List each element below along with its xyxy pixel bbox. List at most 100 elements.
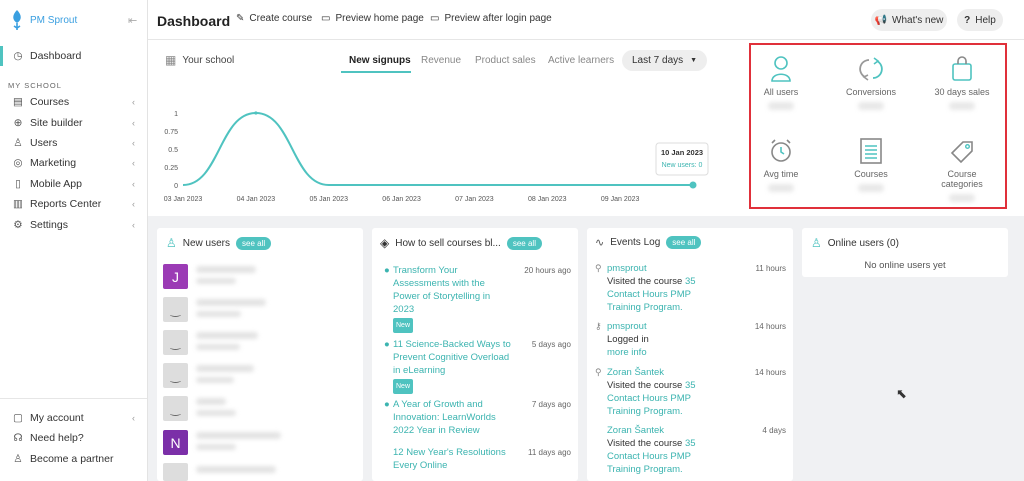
tab-product-sales[interactable]: Product sales xyxy=(475,55,536,66)
user-name-redacted xyxy=(196,398,226,405)
avatar[interactable]: ‿ xyxy=(163,396,188,421)
user-name-redacted xyxy=(196,365,254,372)
user-email-redacted xyxy=(196,377,234,383)
x-tick-label: 03 Jan 2023 xyxy=(164,196,203,203)
user-name-redacted xyxy=(196,432,281,439)
user-email-redacted xyxy=(196,444,236,450)
event-item: ⚲ pmsprout Visited the course 35 Contact… xyxy=(595,262,727,314)
whats-new-button[interactable]: 📢 What's new xyxy=(871,9,947,31)
signups-chart: 0 0.25 0.5 0.75 1 03 Jan 2023 04 Jan 2023 05 Ja… xyxy=(164,111,709,203)
sidebar-item-label: Dashboard xyxy=(30,50,82,62)
events-header: ∿ Events Log see all xyxy=(595,236,702,249)
event-action: Visited the course xyxy=(607,380,683,391)
event-link[interactable]: more info xyxy=(607,347,647,358)
event-user[interactable]: pmsprout xyxy=(607,321,647,332)
school-header: ▦ Your school xyxy=(165,53,234,67)
mouse-cursor-icon: ⬉ xyxy=(896,386,907,401)
sidebar-item-label: Mobile App xyxy=(30,178,82,190)
sidebar-item-marketing[interactable]: ◎ Marketing ‹ xyxy=(0,153,147,173)
link-label: Preview after login page xyxy=(444,13,552,24)
school-title: Your school xyxy=(182,54,235,66)
logo[interactable]: PM Sprout xyxy=(10,9,77,31)
sidebar-item-dashboard[interactable]: ◷ Dashboard xyxy=(0,46,147,66)
series-line xyxy=(182,111,693,186)
sidebar-item-courses[interactable]: ▤ Courses ‹ xyxy=(0,92,147,112)
sidebar-item-users[interactable]: ♙ Users ‹ xyxy=(0,133,147,153)
post-title: A Year of Growth and Innovation: LearnWo… xyxy=(393,399,496,436)
bullet-icon: ● xyxy=(384,265,390,276)
sidebar-item-reports-center[interactable]: ▥ Reports Center ‹ xyxy=(0,194,147,214)
sidebar-item-mobile-app[interactable]: ▯ Mobile App ‹ xyxy=(0,174,147,194)
page-title: Dashboard xyxy=(157,13,231,29)
partner-icon: ♙ xyxy=(13,453,23,465)
see-all-button[interactable]: see all xyxy=(506,236,542,250)
create-course-link[interactable]: ✎ Create course xyxy=(236,13,312,24)
post-title: 11 Science-Backed Ways to Prevent Cognit… xyxy=(393,339,511,376)
sidebar-item-label: Need help? xyxy=(30,432,84,444)
user-name-redacted xyxy=(196,299,266,306)
pulse-icon: ∿ xyxy=(595,237,605,249)
preview-after-login-link[interactable]: ▭ Preview after login page xyxy=(430,13,552,24)
x-tick-label: 07 Jan 2023 xyxy=(455,196,494,203)
online-users-header: ♙ Online users (0) xyxy=(811,236,899,250)
help-button[interactable]: ? Help xyxy=(957,9,1003,31)
preview-home-link[interactable]: ▭ Preview home page xyxy=(321,13,424,24)
event-action: Logged in xyxy=(607,334,649,345)
blog-post[interactable]: ● 12 New Year's Resolutions Every Online xyxy=(393,446,513,481)
user-email-redacted xyxy=(196,344,240,350)
avatar[interactable] xyxy=(163,463,188,481)
event-user[interactable]: pmsprout xyxy=(607,263,647,274)
user-name-redacted xyxy=(196,266,256,273)
event-action: Visited the course xyxy=(607,438,683,449)
mobile-icon: ▯ xyxy=(15,178,21,190)
sidebar-item-my-account[interactable]: ▢ My account ‹ xyxy=(0,408,147,428)
sidebar-item-label: Marketing xyxy=(30,157,77,169)
blog-title: How to sell courses bl... xyxy=(395,237,501,249)
post-title: 12 New Year's Resolutions Every Online xyxy=(393,447,506,471)
tab-revenue[interactable]: Revenue xyxy=(421,55,461,66)
blog-post[interactable]: ● 11 Science-Backed Ways to Prevent Cogn… xyxy=(384,338,513,394)
tab-new-signups[interactable]: New signups xyxy=(349,55,411,66)
event-item: ⚲ Zoran Šantek Visited the course 35 Con… xyxy=(595,366,727,418)
user-icon: ♙ xyxy=(13,137,23,149)
question-icon: ? xyxy=(964,14,971,26)
x-tick-label: 08 Jan 2023 xyxy=(528,196,567,203)
x-tick-label: 09 Jan 2023 xyxy=(601,196,640,203)
see-all-button[interactable]: see all xyxy=(236,236,272,250)
link-label: Preview home page xyxy=(335,13,424,24)
gear-icon: ⚙ xyxy=(13,219,23,231)
y-tick-label: 0.25 xyxy=(164,165,178,172)
online-users-title: Online users (0) xyxy=(827,237,899,249)
avatar[interactable]: N xyxy=(163,430,188,455)
avatar[interactable]: ‿ xyxy=(163,297,188,322)
event-user[interactable]: Zoran Šantek xyxy=(607,425,664,436)
bullet-icon: ● xyxy=(384,399,390,410)
x-tick-label: 06 Jan 2023 xyxy=(382,196,421,203)
blog-post[interactable]: ● A Year of Growth and Innovation: Learn… xyxy=(384,398,513,437)
sidebar-item-settings[interactable]: ⚙ Settings ‹ xyxy=(0,215,147,235)
avatar[interactable]: ‿ xyxy=(163,330,188,355)
tab-active-learners[interactable]: Active learners xyxy=(548,55,614,66)
sidebar-item-label: Settings xyxy=(30,219,68,231)
chevron-left-icon: ‹ xyxy=(132,138,135,148)
avatar[interactable]: ‿ xyxy=(163,363,188,388)
dashboard-icon: ◷ xyxy=(13,50,23,62)
range-select[interactable]: Last 7 days ▼ xyxy=(622,50,707,71)
sidebar-item-label: Reports Center xyxy=(30,198,102,210)
active-tab-underline xyxy=(341,71,411,73)
collapse-sidebar-icon[interactable]: ⇤ xyxy=(128,14,137,27)
x-tick-label: 05 Jan 2023 xyxy=(309,196,348,203)
sidebar-item-need-help[interactable]: ☊ Need help? xyxy=(0,428,147,448)
headset-icon: ☊ xyxy=(13,432,23,444)
reports-icon: ▥ xyxy=(13,198,23,210)
sidebar-item-become-partner[interactable]: ♙ Become a partner xyxy=(0,449,147,469)
see-all-button[interactable]: see all xyxy=(666,236,702,249)
app-name: PM Sprout xyxy=(30,14,78,26)
avatar[interactable]: J xyxy=(163,264,188,289)
post-time: 7 days ago xyxy=(531,400,571,409)
globe-icon: ⊕ xyxy=(13,117,23,129)
event-user[interactable]: Zoran Šantek xyxy=(607,367,664,378)
x-tick-label: 04 Jan 2023 xyxy=(237,196,276,203)
sidebar-item-site-builder[interactable]: ⊕ Site builder ‹ xyxy=(0,113,147,133)
blog-post[interactable]: ● Transform Your Assessments with the Po… xyxy=(384,264,513,333)
